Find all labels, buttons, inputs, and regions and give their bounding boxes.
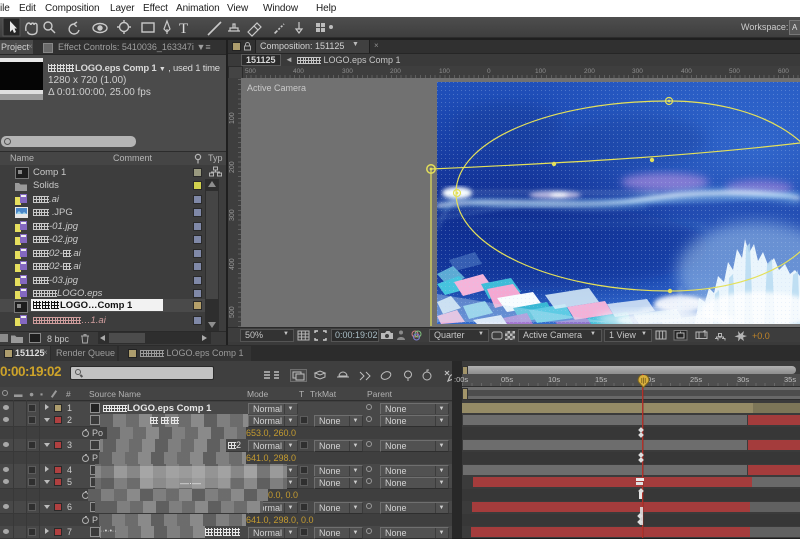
svg-text:T: T	[179, 21, 188, 37]
svg-text:+0.0: +0.0	[752, 331, 770, 341]
